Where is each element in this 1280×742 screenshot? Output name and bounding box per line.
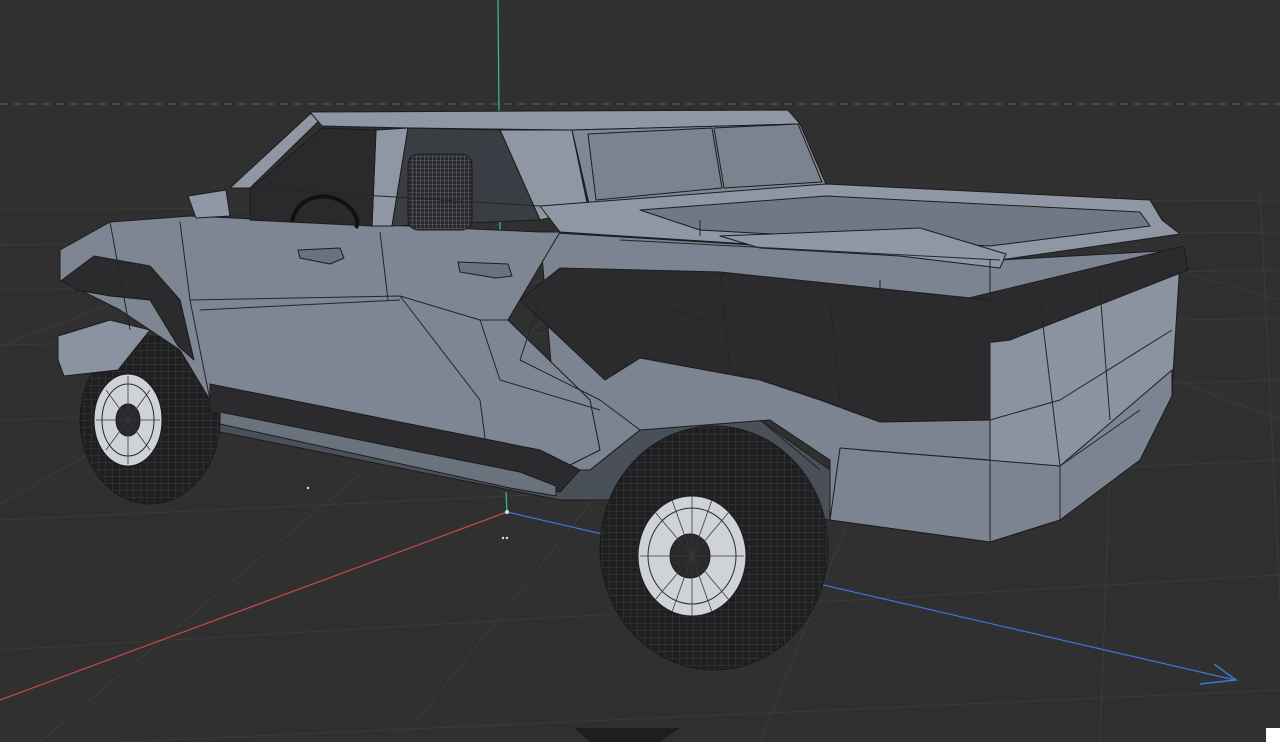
3d-viewport[interactable] <box>0 0 1280 742</box>
rear-window <box>587 127 723 201</box>
cabin-interior <box>249 127 377 227</box>
side-mirror <box>187 189 231 219</box>
world-origin-marker <box>505 510 509 514</box>
vertex-dot <box>501 536 505 540</box>
seat <box>407 153 473 231</box>
viewport-canvas[interactable] <box>0 0 1280 742</box>
rear-window-2 <box>713 123 823 189</box>
partial-object <box>574 728 680 742</box>
x-axis-line <box>0 511 508 701</box>
vertex-dot <box>505 536 509 540</box>
y-axis-line-lower <box>505 491 508 513</box>
truck-model[interactable] <box>57 109 1189 671</box>
z-axis-arrow-icon <box>1199 663 1239 685</box>
rear-wheel[interactable] <box>599 425 829 671</box>
corner-marker <box>1266 728 1280 742</box>
vertex-dot <box>306 486 310 490</box>
